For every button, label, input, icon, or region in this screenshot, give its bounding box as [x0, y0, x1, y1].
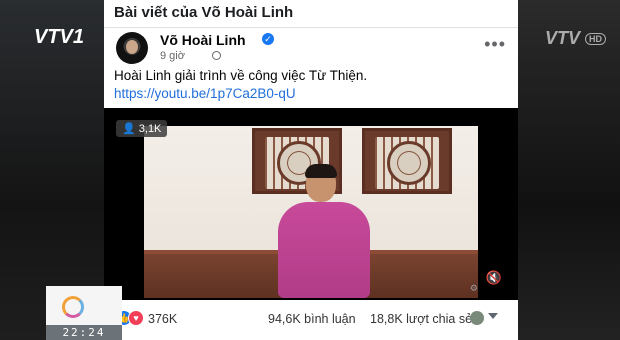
channel-logo-right: VTV HD	[545, 28, 606, 49]
author-row: Võ Hoài Linh ✓ 9 giờ •••	[114, 28, 514, 68]
person-icon: 👤	[122, 123, 136, 135]
viewer-count: 3,1K	[138, 123, 162, 135]
post-link[interactable]: https://youtu.be/1p7Ca2B0-qU	[114, 86, 296, 101]
author-name[interactable]: Võ Hoài Linh	[160, 32, 246, 48]
background-right	[515, 0, 620, 340]
facebook-post-card: Bài viết của Võ Hoài Linh Võ Hoài Linh ✓…	[104, 0, 518, 340]
reaction-count[interactable]: 376K	[148, 312, 177, 326]
post-header-bar: Bài viết của Võ Hoài Linh	[104, 0, 518, 28]
person-figure	[272, 164, 376, 298]
mute-icon[interactable]: 🔇	[486, 270, 502, 286]
viewer-count-badge: 👤 3,1K	[116, 120, 168, 137]
author-avatar[interactable]	[116, 32, 148, 64]
settings-icon[interactable]: ⚙	[470, 283, 478, 294]
love-icon: ♥	[128, 310, 144, 326]
more-options-icon[interactable]: •••	[484, 34, 506, 55]
post-text: Hoài Linh giải trình về công việc Từ Thi…	[114, 68, 368, 83]
program-logo-icon	[62, 296, 84, 318]
chevron-down-icon[interactable]	[488, 313, 498, 319]
broadcast-clock: 22:24	[46, 286, 122, 340]
hd-badge: HD	[585, 33, 606, 46]
verified-badge-icon: ✓	[262, 33, 274, 45]
reactions-bar: 👍 ♥ 376K 94,6K bình luận 18,8K lượt chia…	[104, 304, 518, 334]
video-frame[interactable]	[144, 126, 478, 298]
share-count[interactable]: 18,8K lượt chia sẻ	[370, 312, 472, 326]
clock-time: 22:24	[46, 325, 122, 340]
comment-count[interactable]: 94,6K bình luận	[268, 312, 356, 326]
globe-icon	[212, 51, 221, 60]
channel-logo: VTV1	[34, 26, 85, 48]
post-time[interactable]: 9 giờ	[160, 50, 185, 62]
share-avatar[interactable]	[470, 311, 484, 325]
post-header-title: Bài viết của Võ Hoài Linh	[114, 4, 294, 21]
video-player[interactable]: 👤 3,1K ⚙ 🔇	[104, 108, 518, 300]
